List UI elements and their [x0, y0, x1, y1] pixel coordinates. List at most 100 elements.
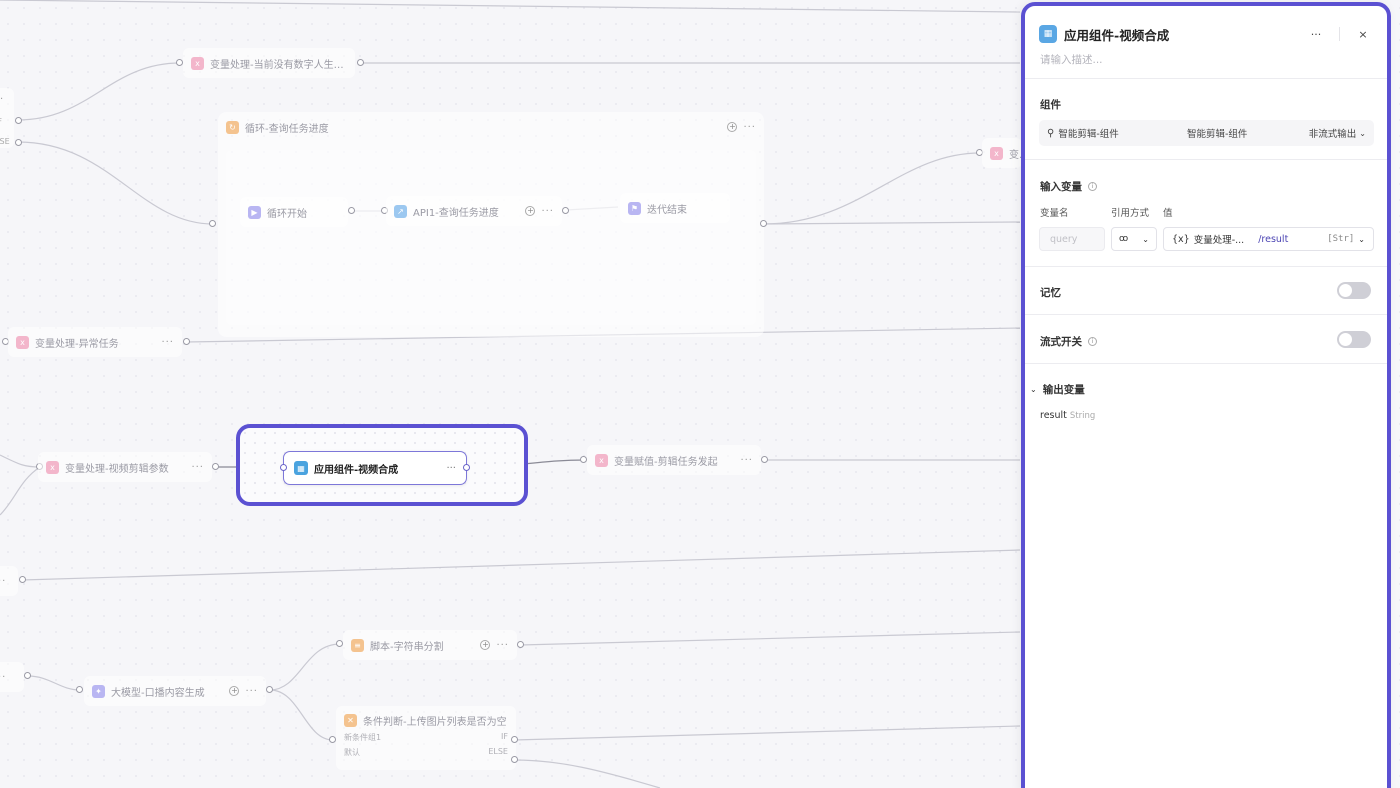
component-row[interactable]: ⚲ 智能剪辑-组件 智能剪辑-组件 非流式输出 ⌄	[1039, 120, 1374, 146]
input-port[interactable]	[280, 464, 287, 471]
node-cond-upload-images[interactable]: ✕ 条件判断-上传图片列表是否为空 新条件组1 IF 默认 ELSE	[336, 706, 516, 770]
streaming-toggle[interactable]	[1337, 331, 1371, 348]
node-script-string-split[interactable]: ≡ 脚本-字符串分割 + ···	[343, 630, 517, 660]
more-icon[interactable]: ···	[191, 462, 204, 473]
col-header-ref: 引用方式	[1111, 208, 1150, 219]
partial-condition-node[interactable]: · IF ELSE	[0, 88, 14, 148]
divider	[1025, 78, 1387, 79]
more-icon[interactable]: ··	[0, 672, 6, 683]
node-var-exception[interactable]: x 变量处理-异常任务 ···	[8, 327, 182, 357]
node-var-assign-clip-task[interactable]: x 变量赋值-剪辑任务发起 ···	[587, 445, 761, 475]
partial-node[interactable]: ··	[0, 566, 18, 596]
output-port[interactable]	[760, 220, 767, 227]
output-mode-select[interactable]: 非流式输出 ⌄	[1309, 126, 1366, 141]
output-port[interactable]	[19, 576, 26, 583]
more-icon[interactable]: ···	[496, 640, 509, 651]
node-iter-end[interactable]: ⚑ 迭代结束	[620, 193, 730, 223]
node-api-query-progress[interactable]: ↗ API1-查询任务进度 + ···	[386, 196, 562, 226]
more-icon[interactable]: ···	[740, 455, 753, 466]
output-vars-section-title[interactable]: ⌄ 输出变量	[1030, 382, 1085, 397]
start-icon: ▶	[248, 205, 261, 219]
node-llm-narration[interactable]: ✦ 大模型-口播内容生成 + ···	[84, 676, 266, 706]
component-name: ⚲ 智能剪辑-组件	[1047, 127, 1119, 141]
more-icon[interactable]: ·	[0, 94, 4, 105]
memory-label: 记忆	[1040, 287, 1061, 299]
add-icon[interactable]: +	[727, 122, 738, 132]
add-icon[interactable]: +	[525, 206, 536, 216]
panel-header: ▦ 应用组件-视频合成 ··· ×	[1039, 22, 1373, 46]
output-port[interactable]	[24, 672, 31, 679]
add-icon[interactable]: +	[480, 640, 491, 650]
ref-mode-select[interactable]: ꝏ ⌄	[1111, 227, 1157, 251]
variable-icon: x	[191, 56, 204, 70]
condition-icon: ✕	[344, 714, 357, 727]
col-header-name: 变量名	[1040, 208, 1069, 219]
output-port[interactable]	[357, 59, 364, 66]
value-select[interactable]: {x} 变量处理-... /result [Str] ⌄	[1163, 227, 1374, 251]
info-icon[interactable]: i	[1088, 337, 1097, 346]
node-loop-start[interactable]: ▶ 循环开始	[240, 197, 348, 227]
node-var-video-params[interactable]: x 变量处理-视频剪辑参数 ···	[38, 452, 212, 482]
partial-node[interactable]: ··	[0, 662, 24, 692]
output-port-else[interactable]	[511, 756, 518, 763]
description-input[interactable]: 请输入描述...	[1040, 52, 1103, 67]
output-port[interactable]	[266, 686, 273, 693]
output-port[interactable]	[183, 338, 190, 345]
output-port[interactable]	[463, 464, 470, 471]
more-button[interactable]: ···	[1306, 24, 1326, 44]
panel-title[interactable]: 应用组件-视频合成	[1064, 25, 1299, 44]
memory-toggle[interactable]	[1337, 282, 1371, 299]
else-tag: ELSE	[0, 137, 10, 146]
variable-icon: x	[46, 460, 59, 474]
output-port[interactable]	[562, 207, 569, 214]
input-port[interactable]	[209, 220, 216, 227]
more-icon[interactable]: ···	[743, 122, 756, 133]
output-port[interactable]	[15, 117, 22, 124]
input-port[interactable]	[176, 59, 183, 66]
loop-icon: ↻	[226, 120, 239, 134]
value-path: /result	[1258, 233, 1289, 245]
node-app-component-video-compose[interactable]: ▦ 应用组件-视频合成 ···	[283, 451, 467, 485]
divider	[1025, 314, 1387, 315]
node-loop-query-progress[interactable]: ↻ 循环-查询任务进度 + ···	[218, 112, 764, 142]
variable-icon: x	[16, 335, 29, 349]
output-port[interactable]	[348, 207, 355, 214]
close-button[interactable]: ×	[1353, 24, 1373, 44]
input-vars-section-title: 输入变量 i	[1040, 179, 1097, 194]
node-var-no-digital-human[interactable]: x 变量处理-当前没有数字人生成...	[183, 48, 355, 78]
value-source: 变量处理-...	[1193, 235, 1245, 246]
more-icon[interactable]: ···	[446, 463, 456, 474]
divider	[1025, 363, 1387, 364]
add-icon[interactable]: +	[229, 686, 240, 696]
output-port[interactable]	[212, 463, 219, 470]
output-port-if[interactable]	[511, 736, 518, 743]
flag-icon: ⚑	[628, 201, 641, 215]
output-port[interactable]	[15, 139, 22, 146]
more-icon[interactable]: ··	[0, 576, 6, 587]
more-icon[interactable]: ···	[245, 686, 258, 697]
more-icon[interactable]: ···	[161, 337, 174, 348]
input-port[interactable]	[76, 686, 83, 693]
component-value: 智能剪辑-组件	[1187, 129, 1248, 140]
input-port[interactable]	[336, 640, 343, 647]
input-port[interactable]	[580, 456, 587, 463]
col-header-value: 值	[1163, 208, 1173, 219]
output-port[interactable]	[761, 456, 768, 463]
variable-icon: x	[990, 146, 1003, 160]
info-icon[interactable]: i	[1088, 182, 1097, 191]
component-icon: ⚲	[1047, 127, 1055, 139]
app-component-icon: ▦	[294, 461, 308, 475]
more-icon[interactable]: ···	[541, 206, 554, 217]
streaming-label: 流式开关 i	[1040, 334, 1097, 349]
variable-icon: x	[595, 453, 608, 467]
api-icon: ↗	[394, 204, 407, 218]
component-section-title: 组件	[1040, 99, 1061, 111]
link-icon: ꝏ	[1119, 234, 1129, 244]
cond-branch-if: 新条件组1 IF	[344, 732, 508, 742]
input-port[interactable]	[329, 736, 336, 743]
loop-body	[226, 150, 756, 325]
var-name-input[interactable]: query	[1039, 227, 1105, 251]
output-port[interactable]	[517, 641, 524, 648]
node-var-partial[interactable]: x 变量	[982, 138, 1022, 168]
output-var-result: result String	[1040, 410, 1096, 421]
